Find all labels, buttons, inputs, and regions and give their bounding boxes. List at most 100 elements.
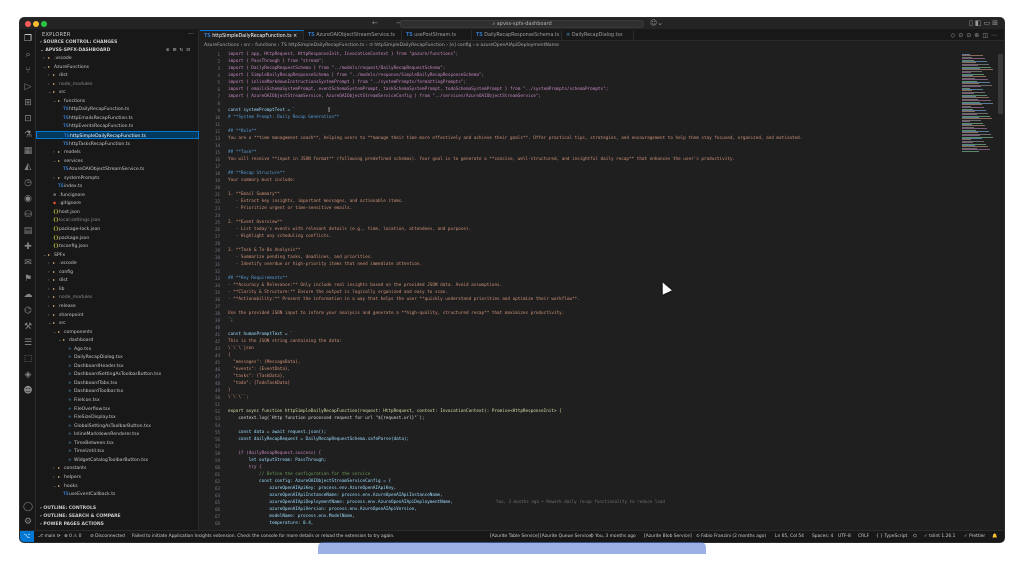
code-line[interactable]: You are a **time management coach**, hel… [228, 135, 958, 143]
tree-folder[interactable]: › ▸ sharepoint [36, 311, 199, 320]
code-line[interactable]: import { AzureOAIObjectStreamService, Az… [228, 93, 958, 101]
tree-folder[interactable]: › ▸ .vscode [36, 259, 199, 268]
tree-folder[interactable]: › ▸ lib [36, 285, 199, 294]
layout-controls[interactable]: ▯◧▭⊞ [969, 19, 1000, 27]
tree-file[interactable]: TShttpEventsRecapFunction.ts [36, 122, 199, 131]
outline-icon[interactable]: ☰ [23, 338, 33, 348]
tree-file[interactable]: ⚛ InlineMarkdownRenderer.tsx [36, 430, 199, 439]
eol-status[interactable]: CRLF [858, 531, 869, 542]
git-blame-status[interactable]: ⊙ You, 3 months ago [590, 531, 636, 542]
extensions-icon[interactable]: ⊞ [23, 98, 33, 108]
prettier-status[interactable]: ✓ Prettier [964, 531, 985, 542]
code-line[interactable]: You will receive **input in JSON format*… [228, 156, 958, 164]
graph-icon[interactable]: ⌬ [23, 306, 33, 316]
code-line[interactable]: # **System Prompt: Daily Recap Generatio… [228, 114, 958, 122]
tree-file[interactable]: {}package.json [36, 234, 199, 243]
breadcrumb[interactable]: AzureFunctions › src › functions › TS ht… [200, 42, 1004, 50]
tree-folder[interactable]: ⌄ ▸ SPFx [36, 251, 199, 260]
tree-folder[interactable]: › ▸ node_modules [36, 80, 199, 89]
chat-icon[interactable]: ✉ [23, 258, 33, 268]
tab-httpsimpledailyrecapfunction[interactable]: TS httpSimpleDailyRecapFunction.ts × [200, 30, 304, 41]
branch-indicator[interactable]: ⎇ main ⟳ [38, 531, 61, 542]
tree-folder[interactable]: › ▸ helpers [36, 473, 199, 482]
puzzle-icon[interactable]: ✚ [23, 242, 33, 252]
editor-actions[interactable]: ◇⊙⊙⊛◫⋯ [951, 30, 1000, 41]
code-line[interactable]: `; [228, 317, 958, 325]
tools-icon[interactable]: ⚒ [23, 322, 33, 332]
sharepoint-icon[interactable]: ◈ [23, 370, 33, 380]
tree-file[interactable]: TShttpSimpleDailyRecapFunction.ts [36, 130, 199, 140]
azurite-queue-service[interactable]: [Azurite Queue Service] [540, 531, 592, 542]
close-window-button[interactable] [25, 21, 31, 27]
tree-file[interactable]: TSuseEventCallback.ts [36, 490, 199, 499]
tab-azureoaiobjectstreamservice[interactable]: TS AzureOAIObjectStreamService.ts [304, 30, 402, 41]
tree-file[interactable]: ⚛ DailyRecapDialog.tsx [36, 353, 199, 362]
tree-file[interactable]: ⚛ TimeBetween.tsx [36, 439, 199, 448]
tree-file[interactable]: ⚛ DashboardToolbar.tsx [36, 387, 199, 396]
tree-file[interactable]: ⚛ Ago.tsx [36, 345, 199, 354]
tree-file[interactable]: ⚛ DashboardTabs.tsx [36, 379, 199, 388]
tree-file[interactable]: ◆ .gitignore [36, 199, 199, 208]
tree-folder[interactable]: ⌄ ▸ dashboard [36, 336, 199, 345]
tab-dailyrecapresponseschema[interactable]: TS DailyRecapResponseSchema.ts [472, 30, 562, 41]
cloud-icon[interactable]: ☁ [23, 290, 33, 300]
tree-folder[interactable]: ⌄ ▸ AzureFunctions [36, 63, 199, 72]
language-mode[interactable]: { } TypeScript [876, 531, 907, 542]
code-editor[interactable]: 1 2 3 4 5 6 7 8 9 10 11 12 13 14 15 16 17 18 19 20 21 22 23 24 2… [200, 50, 960, 530]
code-line[interactable]: - Prioritize urgent or time-sensitive em… [228, 205, 958, 213]
close-tab-icon[interactable]: × [293, 34, 297, 39]
tree-folder[interactable]: › ▸ node_modules [36, 293, 199, 302]
indentation-status[interactable]: Spaces: 4 [812, 531, 833, 542]
tree-folder[interactable]: › ▸ dist [36, 71, 199, 80]
account-icon[interactable]: ◯ [23, 502, 33, 512]
tree-folder[interactable]: › ▸ .vscode [36, 54, 199, 63]
problems-indicator[interactable]: ⊗ 0 ⚠ 0 [64, 531, 81, 542]
tab-usepoststream[interactable]: TS usePostStream.ts [402, 30, 472, 41]
terminal-icon[interactable]: ▤ [23, 226, 33, 236]
run-debug-icon[interactable]: ▷ [23, 82, 33, 92]
tree-folder[interactable]: › ▸ systemPrompts [36, 174, 199, 183]
tree-file[interactable]: ⚛ DashboardHeader.tsx [36, 362, 199, 371]
code-line[interactable]: - **Actionability:** Present the informa… [228, 296, 958, 304]
disconnected-indicator[interactable]: ⊘ Disconnected [90, 531, 125, 542]
remote-explorer-icon[interactable]: ⊡ [23, 114, 33, 124]
tslint-version[interactable]: ✓ tslint 1.26.1 [924, 531, 955, 542]
tree-file[interactable]: ⚛ FileIcon.tsx [36, 396, 199, 405]
tab-dailyrecapdialog[interactable]: ⚛ DailyRecapDialog.tsx [562, 30, 634, 41]
author-status[interactable]: ⊙ Fabio Franzini (2 months ago) [696, 531, 766, 542]
tree-file[interactable]: TShttpDailyRecapFunction.ts [36, 105, 199, 114]
code-line[interactable]: - Highlight any scheduling conflicts. [228, 233, 958, 241]
timeline-section[interactable]: › OUTLINE: SEARCH & COMPARE [36, 513, 199, 521]
code-line[interactable]: Your summary must include: [228, 177, 958, 185]
command-center-search[interactable]: ⌕ apvss-spfx-dashboard [400, 20, 644, 28]
package-icon[interactable]: ⬚ [23, 354, 33, 364]
tree-folder[interactable]: ⌄ ▸ functions [36, 97, 199, 106]
scrollbar-thumb[interactable] [998, 54, 1003, 114]
tree-folder[interactable]: › ▸ release [36, 302, 199, 311]
testing-icon[interactable]: ⚗ [23, 130, 33, 140]
tree-file[interactable]: ⚛ FileOverflow.tsx [36, 405, 199, 414]
minimap[interactable] [960, 50, 996, 530]
tree-folder[interactable]: › ▸ dist [36, 276, 199, 285]
azurite-blob-service[interactable]: [Azurite Blob Service] [644, 531, 692, 542]
tree-file[interactable]: ⚛ TimeUntil.tsx [36, 447, 199, 456]
tree-file[interactable]: ⚛ DashboardSettingAsToolbarButton.tsx [36, 370, 199, 379]
tree-file[interactable]: ⚛ GlobalSettingAsToolbarButton.tsx [36, 422, 199, 431]
tree-file[interactable]: {}local.settings.json [36, 216, 199, 225]
source-control-icon[interactable]: ⑂ [23, 66, 33, 76]
database-icon[interactable]: ⛁ [23, 210, 33, 220]
outline-section[interactable]: › OUTLINE: CONTROLS [36, 505, 199, 513]
tree-folder[interactable]: ⌄ ▸ services [36, 157, 199, 166]
code-line[interactable]: - Identify overdue or high-priority item… [228, 261, 958, 269]
tree-file[interactable]: TSAzureOAIObjectStreamService.ts [36, 165, 199, 174]
tree-file[interactable]: {}host.json [36, 208, 199, 217]
bookmark-icon[interactable]: ⚑ [23, 274, 33, 284]
source-control-section[interactable]: › SOURCE CONTROL: CHANGES [36, 39, 199, 47]
notifications-bell-icon[interactable]: 🔔 [992, 531, 997, 542]
timeline-icon[interactable]: ◷ [23, 178, 33, 188]
docker-icon[interactable]: ▦ [23, 146, 33, 156]
tree-folder[interactable]: ⌄ ▸ hooks [36, 482, 199, 491]
search-icon[interactable]: ⌕ [23, 50, 33, 60]
code-line[interactable]: \`\`\``; [228, 394, 958, 402]
code-line[interactable]: temperature: 0.4, [228, 520, 958, 528]
